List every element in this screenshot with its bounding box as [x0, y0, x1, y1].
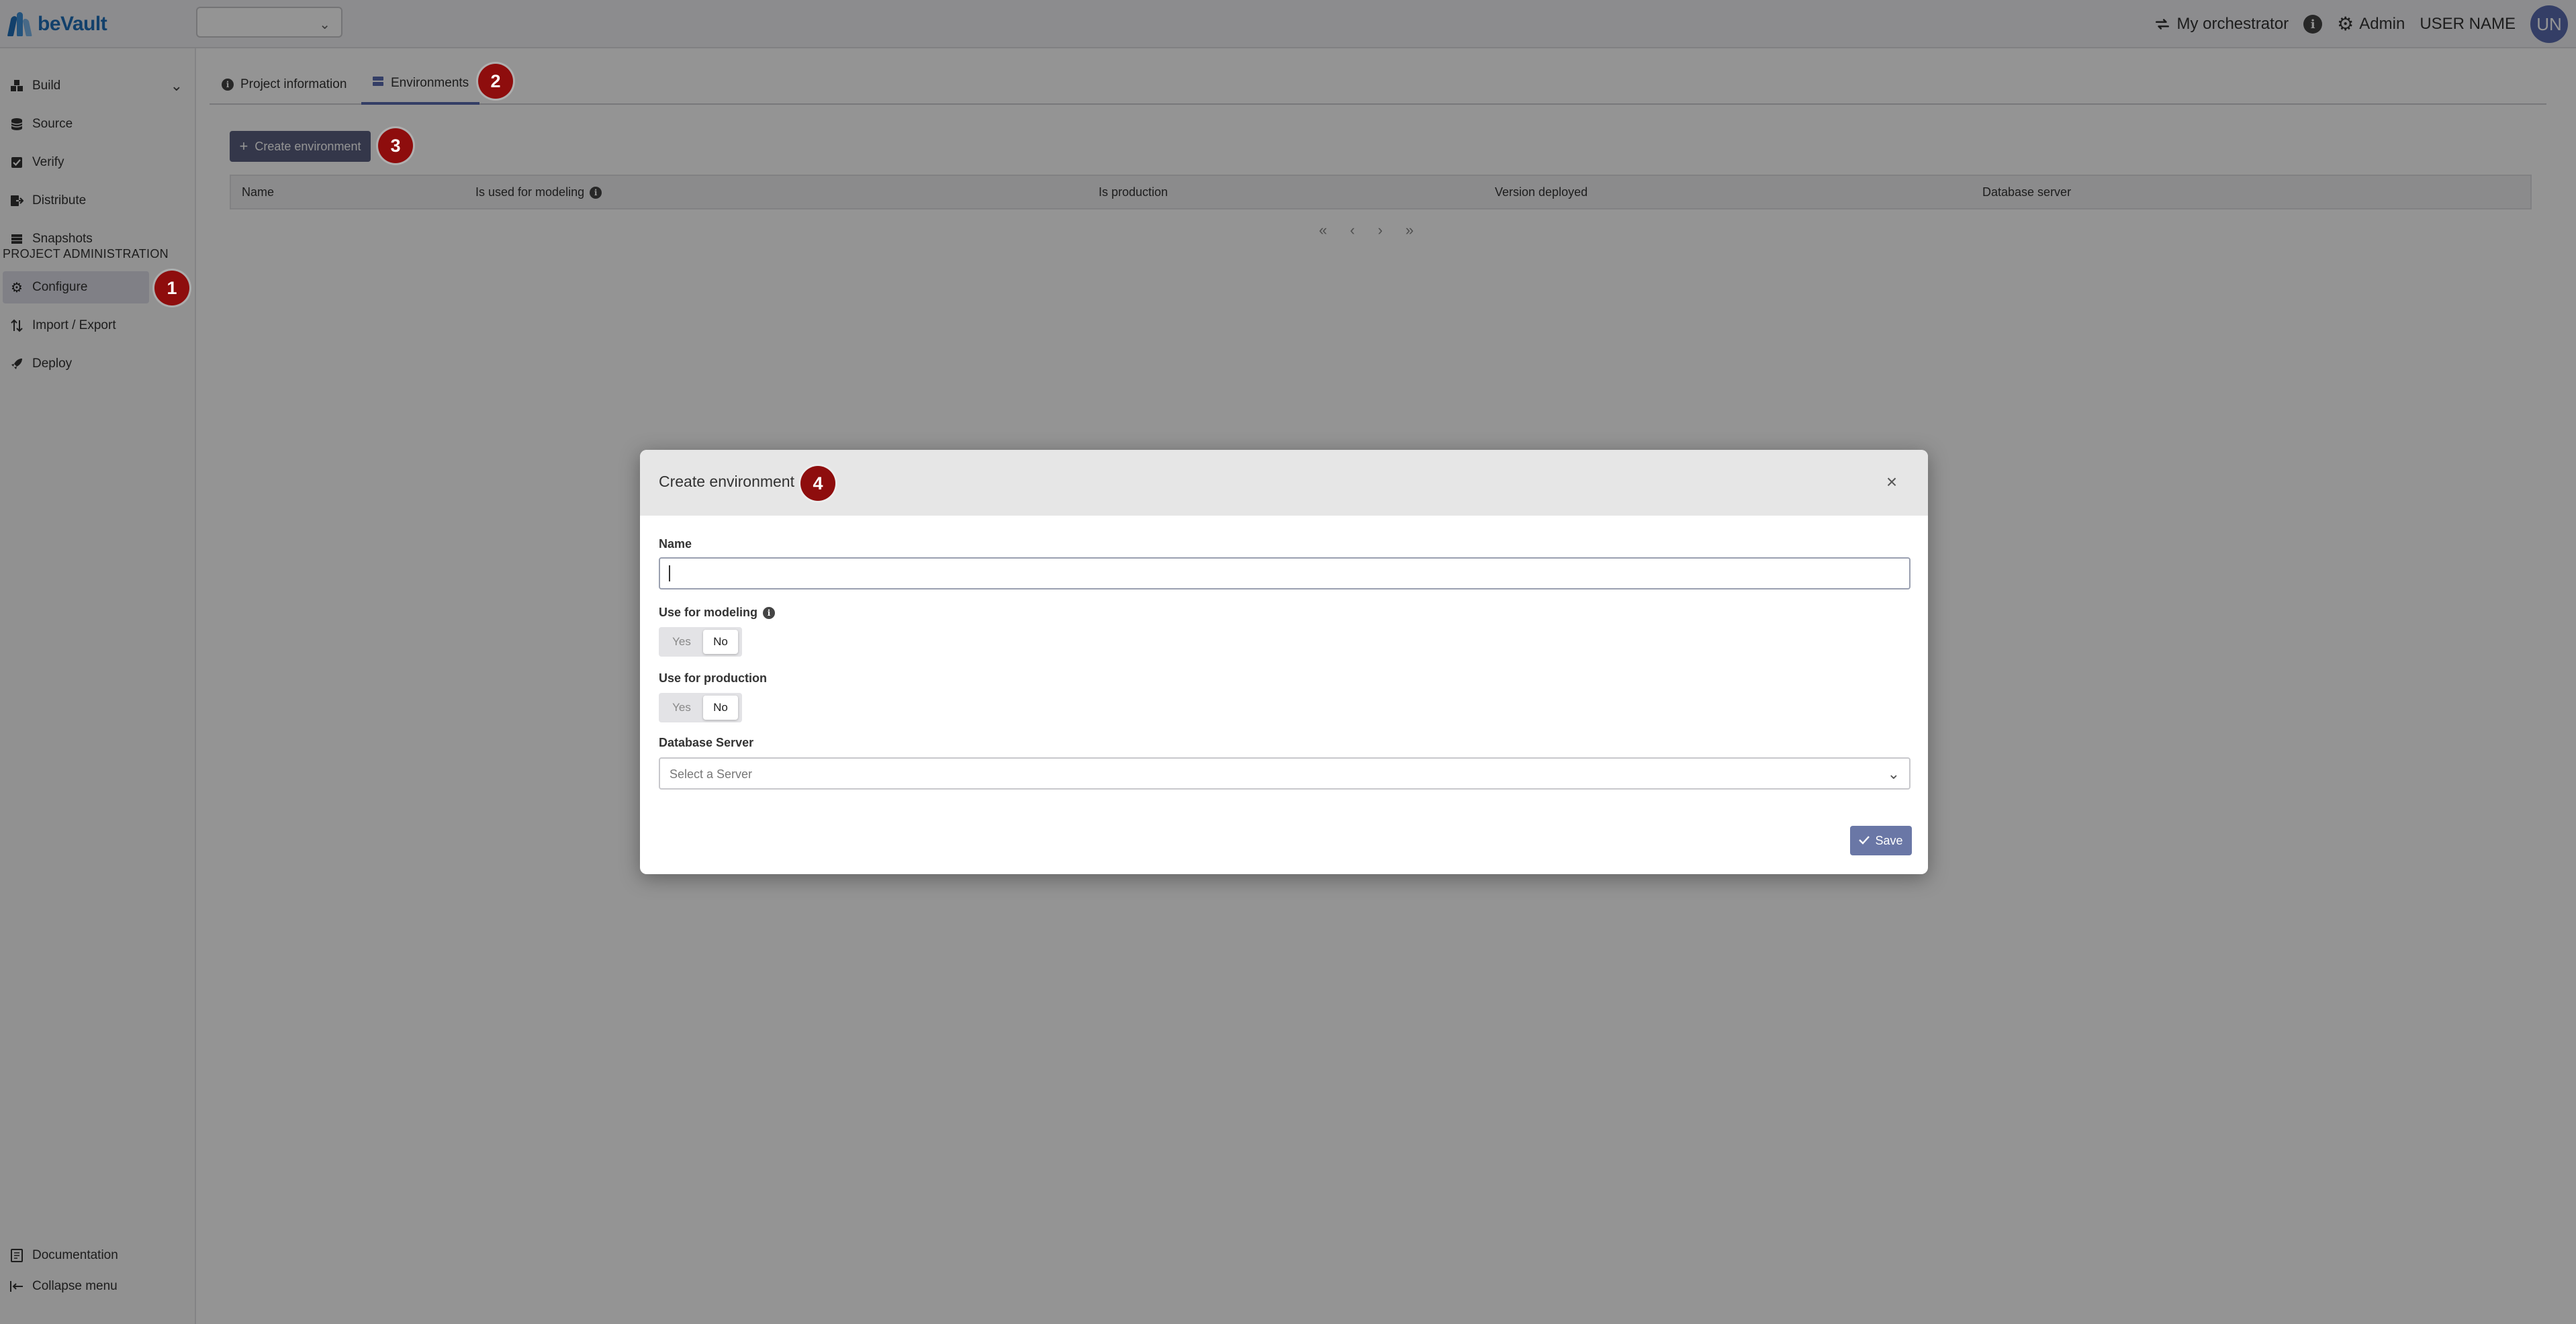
use-for-modeling-toggle[interactable]: Yes No: [659, 627, 742, 657]
toggle-yes-option[interactable]: Yes: [665, 700, 698, 716]
select-placeholder: Select a Server: [670, 767, 753, 781]
chevron-down-icon: ⌄: [1887, 765, 1900, 782]
use-for-production-toggle[interactable]: Yes No: [659, 693, 742, 722]
check-icon: [1859, 834, 1870, 848]
database-server-select[interactable]: Select a Server ⌄: [659, 757, 1911, 790]
use-for-production-label: Use for production: [659, 671, 767, 685]
callout-badge: 2: [478, 64, 513, 99]
text-caret: [669, 565, 670, 581]
toggle-yes-option[interactable]: Yes: [665, 634, 698, 650]
callout-badge: 3: [378, 128, 413, 163]
save-button[interactable]: Save: [1850, 826, 1912, 855]
info-icon[interactable]: i: [763, 606, 776, 619]
database-server-label: Database Server: [659, 736, 754, 749]
create-environment-dialog: Create environment × Name Use for modeli…: [640, 450, 1928, 874]
name-label: Name: [659, 537, 692, 551]
dialog-title: Create environment: [659, 473, 794, 490]
save-label: Save: [1875, 833, 1903, 847]
toggle-no-option[interactable]: No: [703, 696, 738, 720]
callout-badge: 4: [800, 466, 835, 501]
name-input[interactable]: [659, 557, 1911, 589]
toggle-no-option[interactable]: No: [703, 630, 738, 654]
callout-badge: 1: [154, 271, 189, 305]
use-for-modeling-label: Use for modeling i: [659, 606, 776, 620]
close-icon[interactable]: ×: [1882, 473, 1901, 491]
